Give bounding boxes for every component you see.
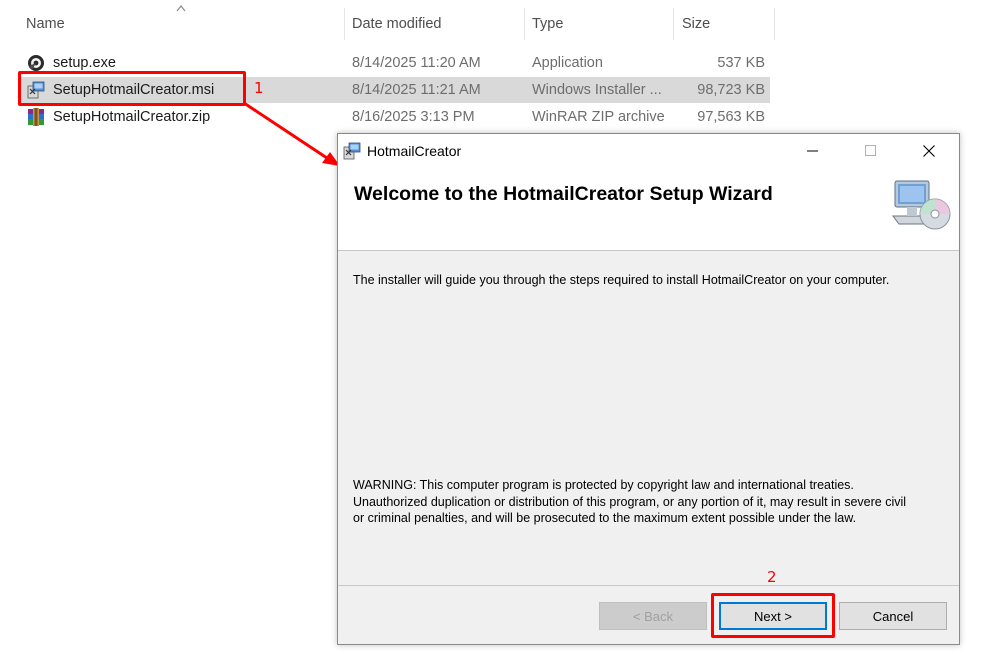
file-size: 537 KB [717, 55, 765, 71]
dialog-title: HotmailCreator [367, 143, 462, 159]
column-divider[interactable] [524, 8, 525, 40]
annotation-highlight-msi [18, 71, 246, 106]
maximize-icon [865, 145, 876, 156]
annotation-step-1: 1 [254, 79, 264, 97]
warning-line: Unauthorized duplication or distribution… [353, 494, 907, 509]
file-size: 98,723 KB [697, 82, 765, 98]
column-type[interactable]: Type [532, 0, 563, 48]
close-button[interactable] [900, 134, 958, 168]
file-type: Application [532, 55, 603, 71]
back-button[interactable]: < Back [599, 602, 707, 630]
warning-text: WARNING: This computer program is protec… [353, 477, 906, 527]
column-name[interactable]: Name [26, 0, 65, 48]
exe-setup-icon [27, 54, 45, 72]
footer-divider [338, 585, 959, 586]
minimize-button[interactable] [784, 134, 842, 168]
intro-text: The installer will guide you through the… [353, 273, 890, 287]
file-name: SetupHotmailCreator.zip [53, 109, 211, 125]
file-date: 8/16/2025 3:13 PM [352, 109, 475, 125]
column-size[interactable]: Size [682, 0, 710, 48]
column-divider[interactable] [344, 8, 345, 40]
column-divider[interactable] [673, 8, 674, 40]
column-date-modified[interactable]: Date modified [352, 0, 441, 48]
dialog-titlebar[interactable]: HotmailCreator [338, 134, 959, 168]
annotation-step-2: 2 [767, 568, 777, 586]
sort-ascending-icon [176, 5, 186, 12]
computer-cd-icon [892, 180, 951, 230]
wizard-heading: Welcome to the HotmailCreator Setup Wiza… [354, 183, 773, 205]
close-icon [923, 145, 935, 157]
minimize-icon [807, 150, 818, 152]
annotation-highlight-next [711, 593, 835, 638]
installer-dialog: HotmailCreator Welcome to the HotmailCre… [337, 133, 960, 645]
file-date: 8/14/2025 11:21 AM [352, 82, 481, 98]
wizard-banner: Welcome to the HotmailCreator Setup Wiza… [338, 168, 959, 251]
file-type: Windows Installer ... [532, 82, 662, 98]
maximize-button[interactable] [842, 134, 900, 168]
column-divider[interactable] [774, 8, 775, 40]
column-header-bar: Name Date modified Type Size [0, 0, 775, 48]
msi-installer-icon [343, 142, 361, 160]
file-size: 97,563 KB [697, 109, 765, 125]
file-row-setup-zip[interactable]: SetupHotmailCreator.zip 8/16/2025 3:13 P… [20, 104, 770, 130]
cancel-button[interactable]: Cancel [839, 602, 947, 630]
warning-line: WARNING: This computer program is protec… [353, 478, 854, 492]
file-date: 8/14/2025 11:20 AM [352, 55, 481, 71]
warning-line: or criminal penalties, and will be prose… [353, 511, 857, 525]
winrar-zip-icon [27, 108, 45, 126]
file-type: WinRAR ZIP archive [532, 109, 665, 125]
